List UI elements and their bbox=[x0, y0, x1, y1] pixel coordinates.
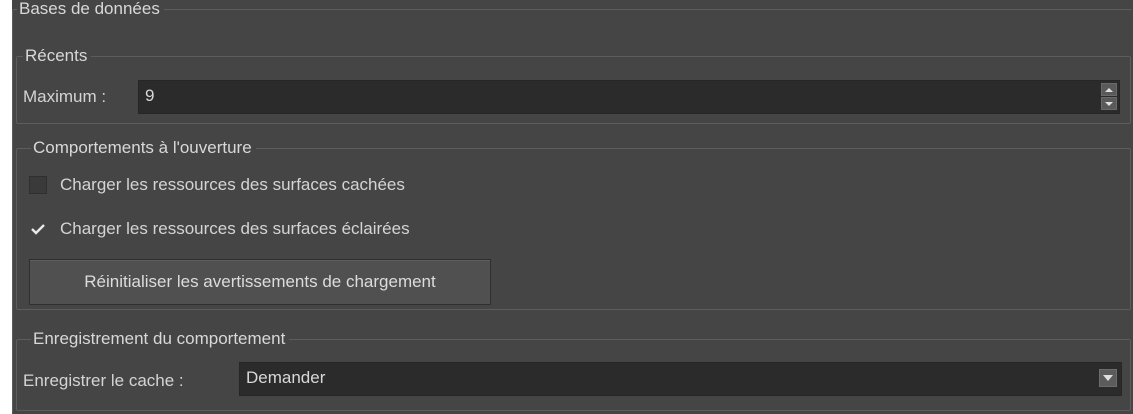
save-cache-value: Demander bbox=[246, 368, 326, 387]
lit-surfaces-label[interactable]: Charger les ressources des surfaces écla… bbox=[60, 218, 410, 240]
maximum-value: 9 bbox=[145, 86, 155, 105]
recent-group: Récents Maximum : 9 bbox=[16, 45, 1131, 124]
maximum-label: Maximum : bbox=[23, 87, 107, 106]
opening-group-title: Comportements à l'ouverture bbox=[31, 137, 256, 159]
saving-group-title: Enregistrement du comportement bbox=[31, 328, 290, 350]
reset-warnings-button[interactable]: Réinitialiser les avertissements de char… bbox=[29, 259, 491, 305]
lit-surfaces-checkbox[interactable] bbox=[29, 220, 47, 238]
dropdown-button[interactable] bbox=[1099, 369, 1117, 387]
arrow-down-icon bbox=[1105, 102, 1113, 106]
arrow-up-icon bbox=[1105, 88, 1113, 92]
databases-group-title: Bases de données bbox=[17, 0, 164, 20]
spin-up-button[interactable] bbox=[1101, 83, 1117, 96]
hidden-surfaces-label[interactable]: Charger les ressources des surfaces cach… bbox=[60, 174, 405, 196]
spin-down-button[interactable] bbox=[1101, 97, 1117, 110]
opening-group: Comportements à l'ouverture Charger les … bbox=[16, 137, 1131, 310]
recent-group-title: Récents bbox=[23, 45, 92, 67]
save-cache-select[interactable]: Demander bbox=[239, 362, 1122, 396]
maximum-spinbox[interactable]: 9 bbox=[138, 80, 1120, 114]
spin-buttons bbox=[1101, 83, 1117, 111]
save-cache-label: Enregistrer le cache : bbox=[23, 371, 184, 390]
settings-panel: Bases de données Récents Maximum : 9 Com… bbox=[12, 0, 1133, 414]
chevron-down-icon bbox=[1103, 375, 1113, 381]
checkmark-icon bbox=[31, 224, 45, 235]
saving-group: Enregistrement du comportement Enregistr… bbox=[16, 328, 1131, 411]
hidden-surfaces-checkbox[interactable] bbox=[29, 176, 47, 194]
